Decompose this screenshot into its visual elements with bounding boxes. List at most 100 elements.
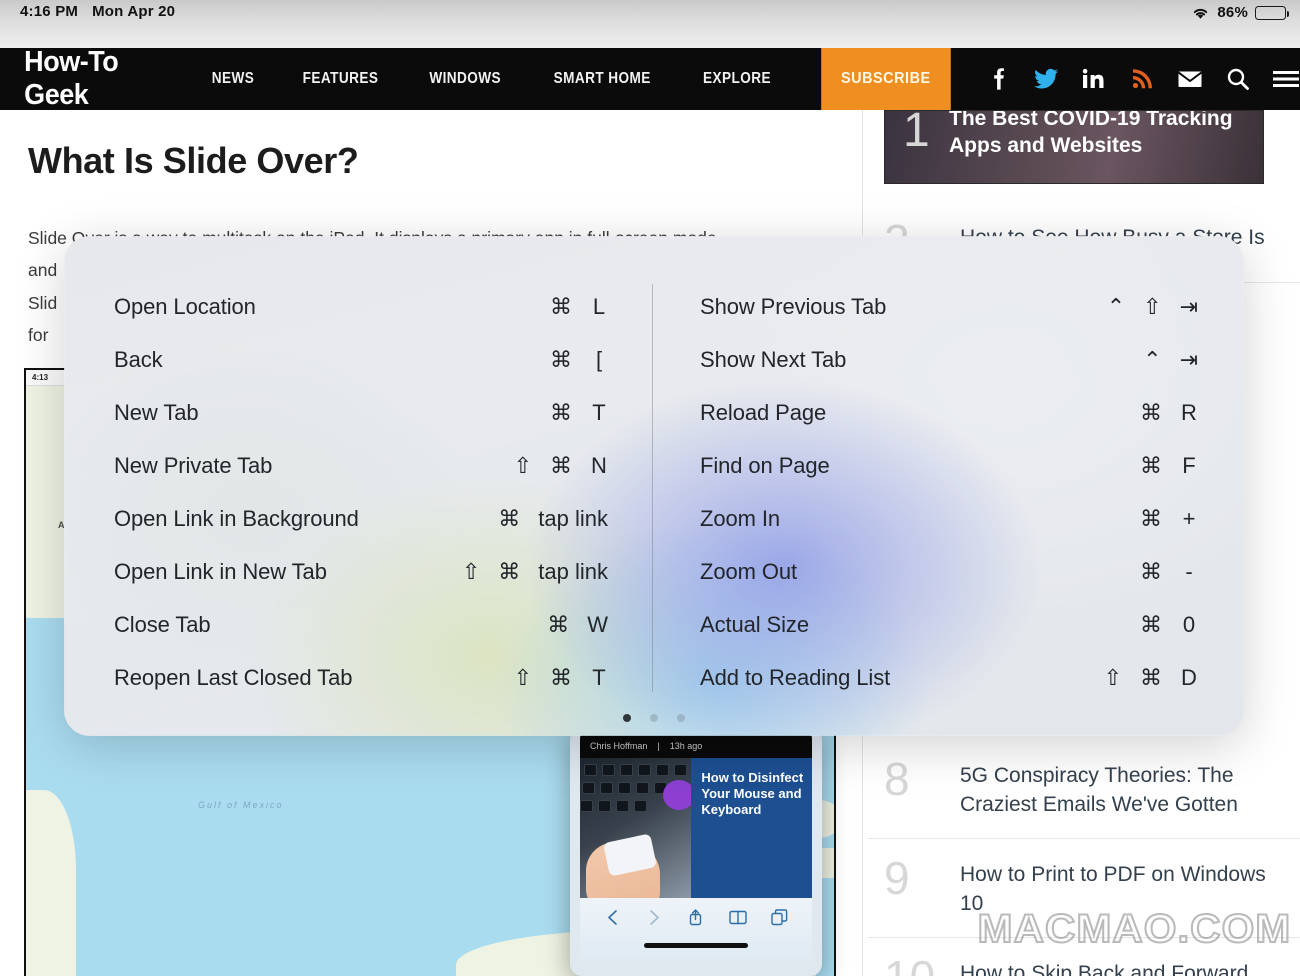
map-label-gulf-of-mexico: Gulf of Mexico: [198, 800, 284, 810]
shortcut-label: Find on Page: [700, 453, 1048, 479]
nav-item-windows[interactable]: WINDOWS: [413, 70, 517, 88]
shortcut-key: ⌘: [1140, 400, 1162, 426]
shortcut-label: Back: [114, 347, 458, 373]
shortcut-key: ⌃: [1143, 347, 1161, 373]
status-date: Mon Apr 20: [92, 3, 175, 20]
home-indicator[interactable]: [644, 943, 748, 948]
subscribe-button[interactable]: SUBSCRIBE: [822, 48, 951, 110]
shortcut-key: ⇧: [1143, 294, 1161, 320]
hamburger-menu-icon[interactable]: [1272, 65, 1300, 93]
linkedin-icon[interactable]: [1080, 65, 1108, 93]
shortcut-key: ⇧: [514, 453, 532, 479]
shortcut-key: ⌘: [550, 665, 572, 691]
shortcut-row[interactable]: Add to Reading List⇧⌘D: [700, 651, 1198, 704]
sidebar-feature-rank: 1: [903, 110, 930, 158]
nav-item-smart-home[interactable]: SMART HOME: [537, 70, 666, 88]
hud-page-dots[interactable]: [64, 714, 1244, 722]
shortcut-row[interactable]: New Private Tab⇧⌘N: [114, 439, 608, 492]
list-item[interactable]: 8 5G Conspiracy Theories: The Craziest E…: [868, 740, 1300, 839]
nav-item-news[interactable]: NEWS: [195, 70, 270, 88]
shortcut-row[interactable]: New Tab⌘T: [114, 386, 608, 439]
shortcut-key: ⇧: [1104, 665, 1122, 691]
shortcut-keys: ⌘0: [1048, 612, 1198, 638]
share-icon[interactable]: [685, 906, 707, 928]
shortcut-key: -: [1180, 559, 1198, 585]
shortcut-key: T: [590, 400, 608, 426]
slide-over-panel[interactable]: Chris Hoffman | 13h ago: [570, 728, 822, 976]
shortcut-row[interactable]: Reopen Last Closed Tab⇧⌘T: [114, 651, 608, 704]
ipad-screen: What Is Slide Over? Slide Over is a way …: [0, 0, 1300, 976]
forward-icon[interactable]: [643, 906, 665, 928]
nav-item-explore[interactable]: EXPLORE: [687, 70, 787, 88]
list-item[interactable]: 9 How to Print to PDF on Windows 10: [868, 839, 1300, 938]
cleaning-spray-blob: [663, 780, 691, 810]
shortcut-key: tap link: [538, 506, 608, 532]
shortcut-row[interactable]: Zoom In⌘+: [700, 492, 1198, 545]
shortcut-keys: ⌘+: [1048, 506, 1198, 532]
shortcut-label: Reload Page: [700, 400, 1048, 426]
shortcut-key: ⌘: [498, 559, 520, 585]
shortcut-keys: ⌘T: [458, 400, 608, 426]
search-icon[interactable]: [1224, 65, 1252, 93]
shortcut-key: ⇧: [514, 665, 532, 691]
shortcut-key: ⌘: [1140, 506, 1162, 532]
list-item[interactable]: 10 How to Skip Back and Forward 10 Secon…: [868, 938, 1300, 976]
shortcut-key: ⌘: [1140, 665, 1162, 691]
shortcut-key: 0: [1180, 612, 1198, 638]
shortcut-row[interactable]: Show Previous Tab⌃⇧⇥: [700, 280, 1198, 333]
shortcut-row[interactable]: Open Link in New Tab⇧⌘tap link: [114, 545, 608, 598]
shortcut-key: ⇧: [462, 559, 480, 585]
shortcut-row[interactable]: Close Tab⌘W: [114, 598, 608, 651]
shortcut-key: [: [590, 347, 608, 373]
sidebar-feature-card[interactable]: 1 The Best COVID-19 Tracking Apps and We…: [884, 110, 1264, 184]
nav-item-features[interactable]: FEATURES: [286, 70, 394, 88]
slide-over-safari-content: Chris Hoffman | 13h ago: [580, 734, 812, 960]
shortcut-key: D: [1180, 665, 1198, 691]
shortcut-key: ⌘: [1140, 453, 1162, 479]
site-logo[interactable]: How-To Geek: [0, 46, 175, 112]
status-time: 4:16 PM: [20, 3, 78, 20]
shortcut-keys: ⌘W: [458, 612, 608, 638]
bookmarks-icon[interactable]: [727, 906, 749, 928]
list-item-rank: 10: [884, 956, 946, 976]
page-dot[interactable]: [623, 714, 631, 722]
page-dot[interactable]: [677, 714, 685, 722]
slide-over-byline: Chris Hoffman | 13h ago: [580, 734, 812, 758]
shortcut-label: Reopen Last Closed Tab: [114, 665, 458, 691]
shortcut-keys: ⇧⌘T: [458, 665, 608, 691]
slide-over-toolbar: [580, 898, 812, 960]
shortcut-row[interactable]: Back ⌘ [: [114, 333, 608, 386]
social-icon-bar: [958, 65, 1300, 93]
tabs-icon[interactable]: [768, 906, 790, 928]
back-icon[interactable]: [602, 906, 624, 928]
list-item-title: How to Print to PDF on Windows 10: [960, 857, 1270, 919]
shortcut-keys: ⌃⇧⇥: [1048, 294, 1198, 320]
rss-icon[interactable]: [1128, 65, 1156, 93]
shortcut-row[interactable]: Find on Page⌘F: [700, 439, 1198, 492]
shortcut-key: ⌘: [498, 506, 520, 532]
twitter-icon[interactable]: [1032, 65, 1060, 93]
shortcut-row[interactable]: Open Link in Background ⌘ tap link: [114, 492, 608, 545]
byline-timestamp: 13h ago: [670, 741, 703, 751]
shortcut-row[interactable]: Actual Size⌘0: [700, 598, 1198, 651]
shortcut-key: ⌘: [550, 347, 572, 373]
shortcut-keys: ⇧ ⌘ D: [1048, 665, 1198, 691]
shortcut-label: Show Next Tab: [700, 347, 1048, 373]
shortcut-keys: ⇧⌘tap link: [458, 559, 608, 585]
battery-icon: [1255, 6, 1286, 20]
page-dot[interactable]: [650, 714, 658, 722]
keyboard-shortcuts-overlay[interactable]: Open Location⌘L Back ⌘ [ New Tab⌘T New Privat…: [64, 236, 1244, 736]
shortcut-key: ⇥: [1180, 347, 1198, 373]
shortcut-label: New Private Tab: [114, 453, 458, 479]
shortcut-key: ⌘: [1140, 612, 1162, 638]
shortcut-row[interactable]: Show Next Tab ⌃ ⇥: [700, 333, 1198, 386]
shortcut-key: R: [1180, 400, 1198, 426]
shortcut-key: ⌘: [550, 453, 572, 479]
mail-icon[interactable]: [1176, 65, 1204, 93]
shortcut-row[interactable]: Zoom Out⌘-: [700, 545, 1198, 598]
shortcut-row[interactable]: Open Location⌘L: [114, 280, 608, 333]
shortcut-label: Open Link in Background: [114, 506, 458, 532]
list-item-title: 5G Conspiracy Theories: The Craziest Ema…: [960, 758, 1270, 820]
facebook-icon[interactable]: [984, 65, 1012, 93]
shortcut-row[interactable]: Reload Page ⌘ R: [700, 386, 1198, 439]
